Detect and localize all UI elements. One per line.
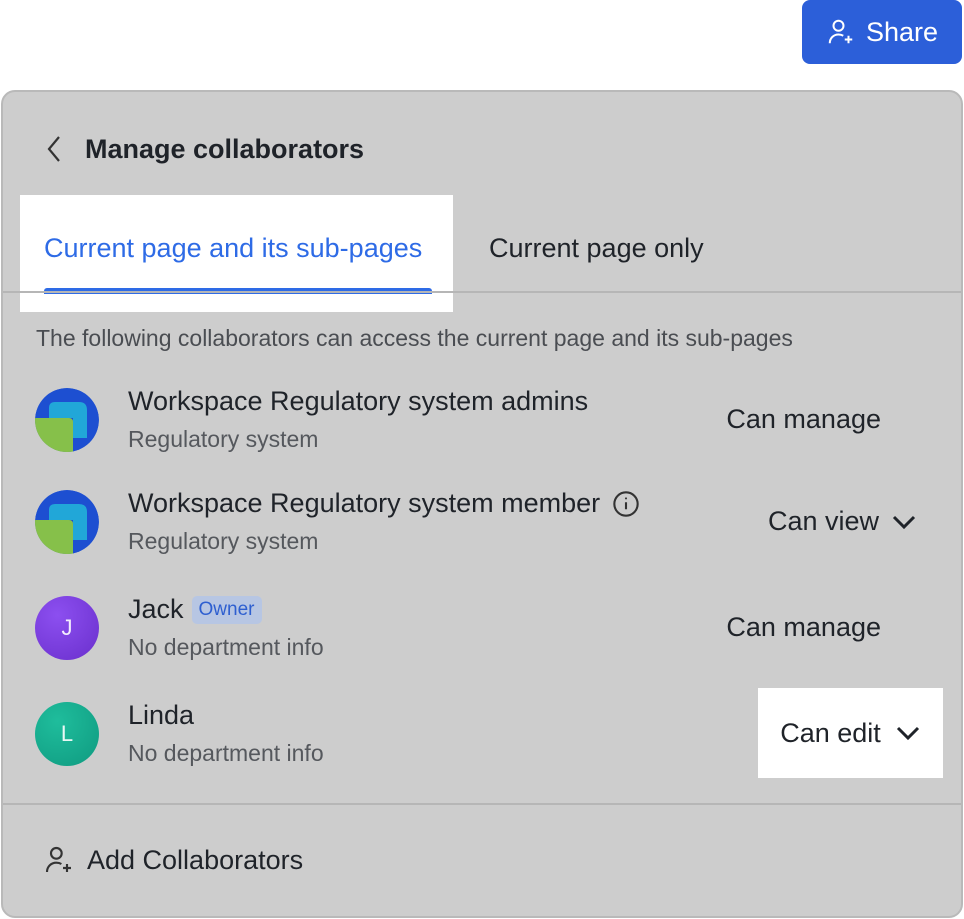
permission-label: Can manage (726, 404, 881, 435)
permission-label: Can view (768, 506, 879, 537)
collaborator-subtitle: Regulatory system (128, 426, 318, 453)
divider (3, 803, 961, 805)
chevron-left-icon[interactable] (43, 133, 67, 165)
workspace-avatar (35, 490, 99, 554)
panel-title: Manage collaborators (85, 134, 364, 165)
workspace-logo-icon (35, 388, 99, 452)
share-button[interactable]: Share (802, 0, 962, 64)
permission-label: Can manage (726, 612, 881, 643)
owner-badge: Owner (192, 596, 262, 624)
collaborator-subtitle: No department info (128, 634, 324, 661)
name-text: Workspace Regulatory system admins (128, 386, 588, 417)
collaborator-name: Linda (128, 700, 194, 731)
collaborator-name: Workspace Regulatory system admins (128, 386, 588, 417)
collaborator-row: Workspace Regulatory system admins Regul… (3, 388, 961, 488)
collaborator-subtitle: No department info (128, 740, 324, 767)
manage-collaborators-panel: Manage collaborators Current page and it… (1, 90, 963, 918)
tab-label: Current page and its sub-pages (44, 233, 422, 264)
user-avatar: J (35, 596, 99, 660)
avatar-initial: L (61, 721, 73, 747)
share-label: Share (866, 17, 938, 48)
name-text: Jack (128, 594, 184, 625)
collaborator-row: L Linda No department info Can edit (3, 702, 961, 802)
add-user-icon (826, 17, 856, 47)
tab-current-page-and-subpages[interactable]: Current page and its sub-pages (20, 195, 453, 312)
collaborator-name: Jack Owner (128, 594, 262, 625)
info-icon[interactable] (612, 490, 640, 518)
divider (3, 291, 961, 293)
permission-dropdown[interactable]: Can view (768, 506, 917, 537)
permission-label: Can edit (780, 718, 881, 749)
name-text: Linda (128, 700, 194, 731)
collaborator-row: J Jack Owner No department info Can mana… (3, 596, 961, 696)
collaborator-subtitle: Regulatory system (128, 528, 318, 555)
chevron-down-icon (895, 723, 921, 743)
workspace-logo-icon (35, 490, 99, 554)
chevron-down-icon (891, 512, 917, 532)
add-collaborators-button[interactable]: Add Collaborators (43, 844, 303, 876)
add-user-icon (43, 844, 75, 876)
permission-dropdown[interactable]: Can edit (758, 688, 943, 778)
panel-header: Manage collaborators (43, 132, 364, 166)
workspace-avatar (35, 388, 99, 452)
name-text: Workspace Regulatory system member (128, 488, 600, 519)
collaborator-row: Workspace Regulatory system member Regul… (3, 490, 961, 590)
avatar-initial: J (62, 615, 73, 641)
tab-current-page-only[interactable]: Current page only (489, 233, 704, 264)
collaborator-name: Workspace Regulatory system member (128, 488, 640, 519)
access-description: The following collaborators can access t… (36, 325, 793, 352)
user-avatar: L (35, 702, 99, 766)
add-collaborators-label: Add Collaborators (87, 845, 303, 876)
